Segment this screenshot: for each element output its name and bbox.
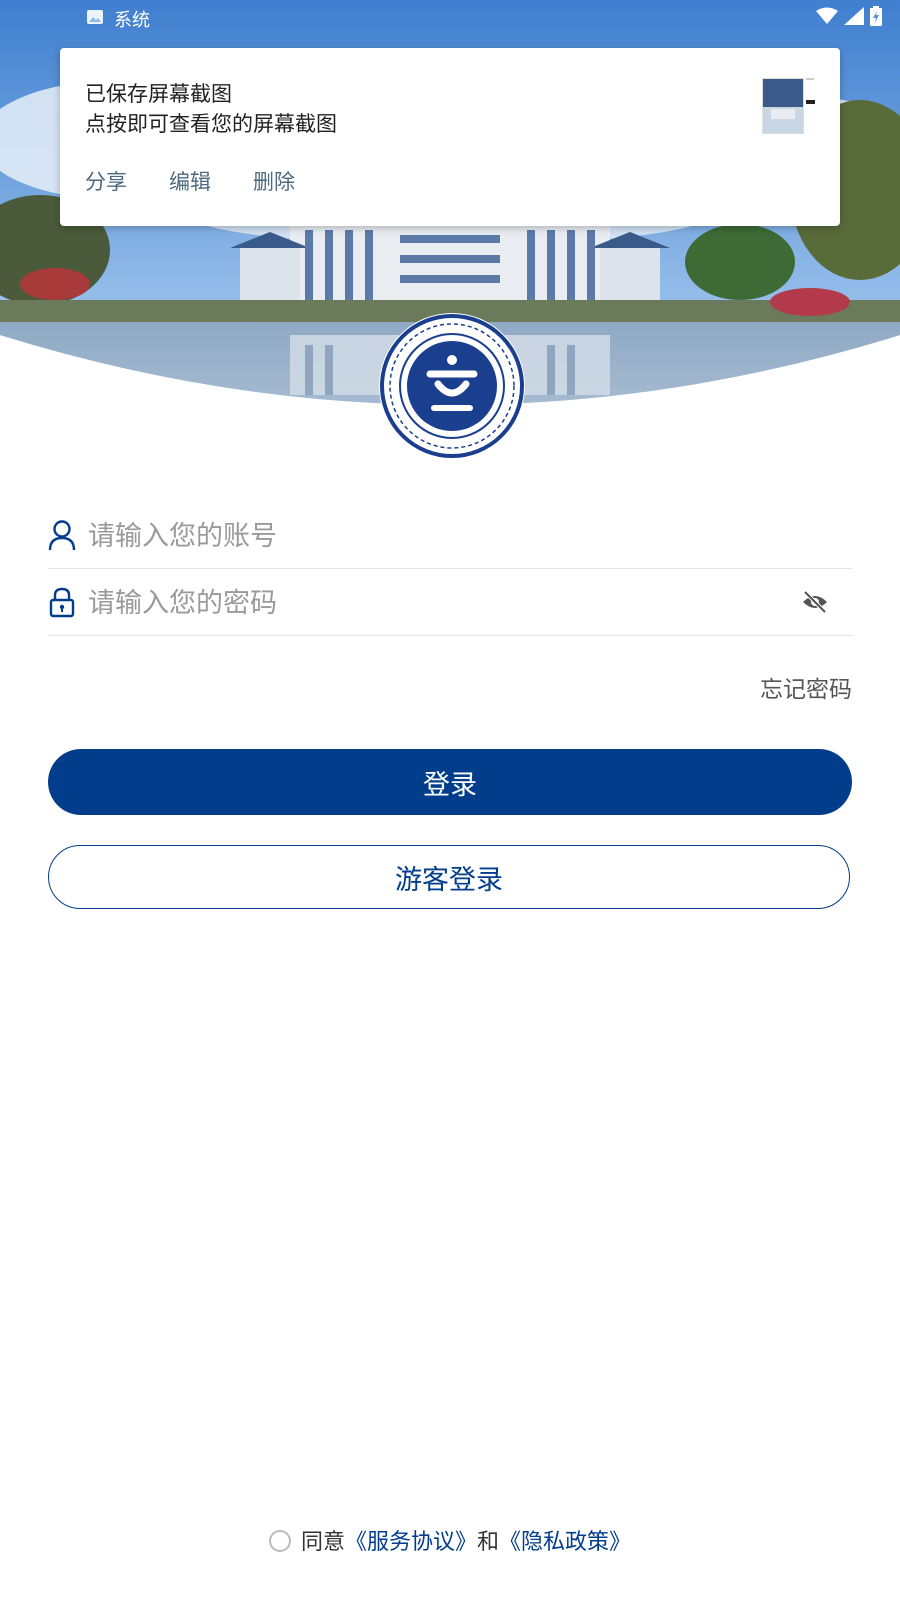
screenshot-notification[interactable]: 已保存屏幕截图 点按即可查看您的屏幕截图 分享 编辑 删除 — [60, 48, 840, 226]
screenshot-thumbnail-detail — [804, 76, 816, 116]
wifi-icon — [816, 7, 838, 30]
agree-prefix: 同意 — [300, 1530, 345, 1555]
agreement-row: 同意《服务协议》和《隐私政策》 — [0, 1524, 900, 1556]
agree-radio[interactable] — [268, 1530, 291, 1552]
lock-icon — [48, 586, 76, 618]
signal-icon — [844, 7, 864, 30]
privacy-policy-link[interactable]: 《隐私政策》 — [499, 1530, 631, 1555]
guest-login-button[interactable]: 游客登录 — [48, 845, 850, 909]
battery-charging-icon — [870, 6, 882, 31]
notification-title: 已保存屏幕截图 — [85, 82, 232, 106]
college-emblem-logo — [378, 312, 526, 460]
account-field — [48, 502, 852, 569]
notification-body: 点按即可查看您的屏幕截图 — [85, 112, 337, 136]
password-input[interactable] — [86, 581, 790, 625]
image-icon — [86, 9, 104, 30]
notification-actions: 分享 编辑 删除 — [85, 166, 295, 196]
password-field — [48, 569, 852, 636]
share-button[interactable]: 分享 — [85, 166, 127, 196]
login-button[interactable]: 登录 — [48, 749, 852, 815]
user-icon — [48, 519, 76, 551]
service-agreement-link[interactable]: 《服务协议》 — [345, 1530, 477, 1555]
eye-off-icon[interactable] — [800, 587, 830, 617]
account-input[interactable] — [86, 514, 790, 558]
forgot-password-link[interactable]: 忘记密码 — [760, 670, 852, 704]
status-bar: 系统 — [0, 0, 900, 36]
screenshot-thumbnail[interactable] — [762, 78, 804, 134]
edit-button[interactable]: 编辑 — [169, 166, 211, 196]
delete-button[interactable]: 删除 — [253, 166, 295, 196]
status-app-label: 系统 — [114, 10, 150, 31]
agree-and: 和 — [477, 1530, 500, 1555]
